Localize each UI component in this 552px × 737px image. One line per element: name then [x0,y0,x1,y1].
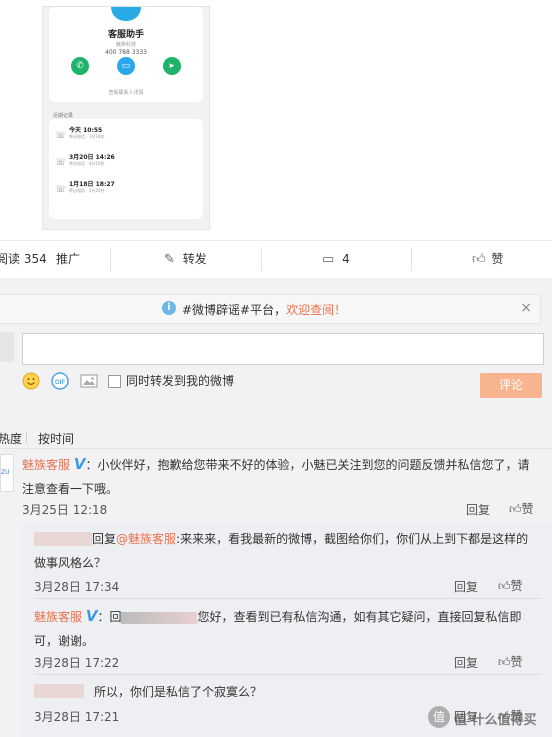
reply-button[interactable]: 回复 [454,578,478,595]
divider [110,247,111,271]
like-label: 赞 [510,579,523,593]
comment-text-cont: 注意查看一下哦。 [22,482,119,496]
mention-link[interactable]: @魅族客服 [116,532,176,546]
promote-button[interactable]: 推广 [56,250,80,268]
phone-icon: ✆ [71,57,89,75]
thumbs-up-icon: 👍︎ [509,502,522,516]
divider [34,598,542,599]
watermark: 值 值 什么值得买 [424,704,546,732]
notice-main-text: #微博辟谣#平台， [182,303,287,317]
comment-icon: ▭ [322,252,335,267]
reply-text: 您好，查看到已有私信沟通，如有其它疑问，直接回复私信即 [197,610,522,624]
reply-button[interactable]: 回复 [454,654,478,671]
reply-body: 魅族客服 V：回 您好，查看到已有私信沟通，如有其它疑问，直接回复私信即 可，谢谢… [34,604,534,653]
redacted-username [121,611,198,624]
redacted-username [34,684,84,698]
verified-badge-icon: V [85,607,98,625]
record-time: 1月18日 18:27 [69,181,115,188]
edit-share-icon: ✎ [164,252,175,267]
divider [34,674,542,675]
thumbs-up-icon: 👍︎ [498,579,511,593]
divider [261,247,262,271]
forward-button[interactable]: ✎ 转发 [164,250,207,268]
divider [0,448,552,449]
like-button[interactable]: 👍︎ 赞 [472,250,503,268]
reply-time: 3月28日 17:22 [34,656,120,670]
avatar: ZU [0,454,14,492]
comment-text: ：小伙伴好，抱歉给您带来不好的体验，小魅已关注到您的问题反馈并私信您了，请 [85,458,530,472]
reply-text-cont: 可，谢谢。 [34,634,95,648]
sort-time-tab[interactable]: 按时间 [38,430,74,447]
watermark-text: 值 什么值得买 [454,713,537,728]
close-icon[interactable]: × [520,300,532,316]
verified-badge-icon: V [73,455,86,473]
reply-body: 回复@魅族客服:来来来，看我最新的微博，截图给你们，你们从上到下都是这样的 做事… [34,527,534,575]
record-detail: 呼出电话 · 3分20秒 [69,188,105,193]
contact-name: 客服助手 [107,30,144,40]
record-time: 今天 10:55 [69,127,103,134]
video-icon: ▸ [163,57,181,75]
divider [0,240,552,241]
contact-card: 客服助手 魅族科技 400 788 3333 ✆ ▭ ▸ 查看联系人详情 [49,7,203,102]
like-label: 赞 [510,655,523,669]
svg-text:GIF: GIF [55,380,65,386]
thumbs-up-icon: 👍︎ [498,655,511,669]
record-detail: 呼出电话 · 1分18秒 [69,134,105,139]
reply-text: :来来来，看我最新的微博，截图给你们，你们从上到下都是这样的 [176,532,529,546]
phone-icon: ☏ [55,158,67,168]
submit-comment-button[interactable]: 评论 [480,373,542,398]
reply-time: 3月28日 17:21 [34,710,120,724]
comment-button[interactable]: ▭ 4 [322,250,350,268]
notice-link[interactable]: 欢迎查阅！ [286,303,346,317]
contact-company: 魅族科技 [115,42,136,48]
reply-button[interactable]: 回复 [466,501,490,518]
notice-text: #微博辟谣#平台，欢迎查阅！ [182,301,346,318]
reply-username[interactable]: 魅族客服 [34,610,82,624]
record-time: 3月20日 14:26 [69,154,115,161]
forward-checkbox-label: 同时转发到我的微博 [126,374,235,388]
comment-username[interactable]: 魅族客服 [22,458,70,472]
info-icon: i [162,301,176,315]
reply-prefix: 回复 [92,532,117,546]
contact-phone: 400 788 3333 [105,49,147,56]
like-button[interactable]: 👍︎赞 [498,653,523,670]
comment-input[interactable] [22,333,544,365]
contact-detail-link: 查看联系人详情 [108,90,144,96]
gif-icon[interactable]: GIF [51,372,69,390]
divider [411,247,412,271]
image-icon[interactable] [80,372,98,390]
recent-header: 近期记录 [53,113,74,119]
embedded-screenshot[interactable]: 客服助手 魅族科技 400 788 3333 ✆ ▭ ▸ 查看联系人详情 近期记… [42,6,210,230]
like-label: 赞 [521,502,534,516]
forward-label: 转发 [182,252,207,266]
thumbs-up-icon: 👍︎ [472,252,486,267]
reply-time: 3月28日 17:34 [34,580,120,594]
comment-time: 3月25日 12:18 [22,503,108,517]
sort-hot-tab[interactable]: 热度 [0,430,22,447]
comment-body: 魅族客服 V：小伙伴好，抱歉给您带来不好的体验，小魅已关注到您的问题反馈并私信您… [22,452,544,501]
divider [26,431,27,443]
like-button[interactable]: 👍︎赞 [498,577,523,594]
phone-icon: ☏ [55,131,67,141]
emoji-icon[interactable] [22,372,40,390]
comment-count: 4 [342,252,350,266]
phone-icon: ☏ [55,185,67,195]
like-button[interactable]: 👍︎赞 [509,500,534,517]
reply-colon: ：回 [97,610,122,624]
forward-checkbox[interactable] [108,375,121,388]
chat-bubble-icon: ▭ [117,57,135,75]
watermark-logo-icon: 值 [428,706,450,728]
notice-banner: i #微博辟谣#平台，欢迎查阅！ × [0,294,541,324]
like-label: 赞 [491,252,504,266]
record-detail: 呼出电话 · 4分10秒 [69,161,105,166]
reply-text: 所以，你们是私信了个寂寞么？ [94,685,263,699]
read-count: 阅读 354 [0,252,47,266]
avatar [0,332,14,362]
reply-text-cont: 做事风格么？ [34,556,107,570]
contact-avatar [111,7,141,21]
